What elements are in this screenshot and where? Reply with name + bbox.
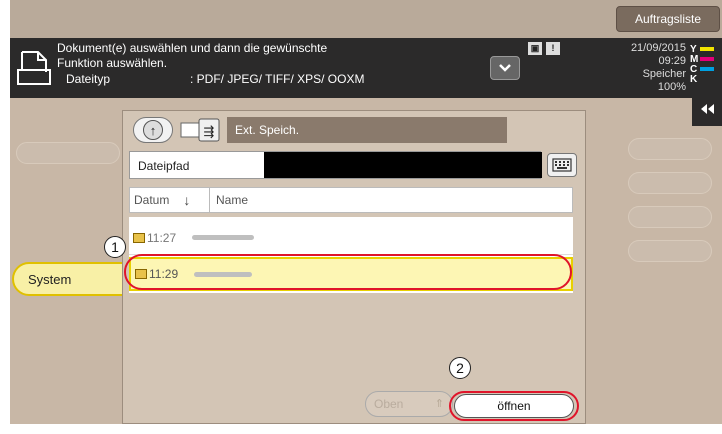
keyboard-icon — [552, 158, 572, 172]
screen: Auftragsliste Dokument(e) auswählen und … — [0, 0, 722, 434]
file-list-row[interactable]: 11:27 — [129, 221, 573, 255]
warning-icon: ! — [546, 42, 560, 55]
collapse-panel-button[interactable] — [692, 92, 722, 126]
toner-levels: Y M C K — [690, 44, 722, 85]
toner-m: M — [690, 54, 722, 65]
file-path-label: Dateipfad — [138, 159, 190, 173]
header-bar: Dokument(e) auswählen und dann die gewün… — [10, 38, 722, 98]
memory-value: 100% — [657, 81, 686, 93]
sort-down-icon: ↓ — [183, 192, 191, 208]
sort-by-date-button[interactable]: Datum ↓ — [130, 188, 210, 212]
toner-k: K — [690, 73, 722, 85]
svg-text:⇶: ⇶ — [204, 125, 215, 140]
background-button-ghost — [628, 206, 712, 228]
datetime-panel: 21/09/2015 09:29 Speicher 100% — [590, 42, 686, 94]
top-button-label: Oben — [374, 397, 404, 411]
memory-label: Speicher — [642, 68, 686, 80]
status-icons: ▣ ! — [528, 42, 560, 55]
callout-badge-1: 1 — [104, 236, 126, 258]
fax-status-icon: ▣ — [528, 42, 542, 55]
row-time: 11:27 — [147, 230, 177, 245]
name-column-label[interactable]: Name — [216, 193, 248, 207]
list-header: Datum ↓ Name — [129, 187, 573, 213]
expand-message-button[interactable] — [490, 56, 520, 80]
up-arrow-icon: ↑ — [143, 120, 163, 140]
toner-letter: K — [690, 73, 698, 85]
instruction-line-2: Funktion auswählen. — [57, 56, 168, 70]
top-button[interactable]: Oben ⇑ — [365, 391, 453, 417]
background-button-ghost — [628, 138, 712, 160]
file-select-dialog: ↑ ⇶ Ext. Speich. Dateipfad Datum ↓ Name … — [122, 110, 586, 424]
callout-highlight-row — [124, 254, 572, 290]
system-tab[interactable]: System — [12, 262, 124, 296]
toner-y: Y — [690, 44, 722, 55]
date-column-label: Datum — [134, 193, 170, 207]
instruction-line-1: Dokument(e) auswählen und dann die gewün… — [57, 41, 328, 55]
job-list-button[interactable]: Auftragsliste — [616, 6, 720, 32]
folder-icon — [133, 232, 145, 243]
background-button-ghost — [628, 172, 712, 194]
usb-storage-icon: ⇶ — [180, 118, 220, 142]
filetype-value: : PDF/ JPEG/ TIFF/ XPS/ OOXM — [190, 72, 365, 86]
chevron-down-icon — [499, 64, 511, 72]
file-path-field[interactable] — [264, 152, 542, 178]
open-button[interactable]: öffnen — [454, 394, 574, 418]
callout-badge-2: 2 — [449, 357, 471, 379]
keyboard-button[interactable] — [547, 153, 577, 177]
system-tab-label: System — [28, 271, 72, 287]
background-button-ghost — [628, 240, 712, 262]
toner-bar — [700, 47, 714, 51]
toner-bar — [700, 57, 714, 61]
time-text: 09:29 — [658, 55, 686, 67]
document-icon — [17, 51, 51, 85]
up-folder-button[interactable]: ↑ — [133, 117, 173, 143]
date-text: 21/09/2015 — [630, 42, 686, 54]
filetype-label: Dateityp — [66, 72, 111, 86]
storage-location-label: Ext. Speich. — [227, 117, 507, 143]
background-tab-ghost — [16, 142, 120, 164]
toner-c: C — [690, 64, 722, 75]
toner-bar — [700, 67, 714, 71]
double-arrow-left-icon — [701, 104, 714, 114]
redacted-filename — [192, 235, 255, 240]
file-path-box: Dateipfad — [129, 151, 542, 179]
double-up-icon: ⇑ — [434, 398, 444, 410]
